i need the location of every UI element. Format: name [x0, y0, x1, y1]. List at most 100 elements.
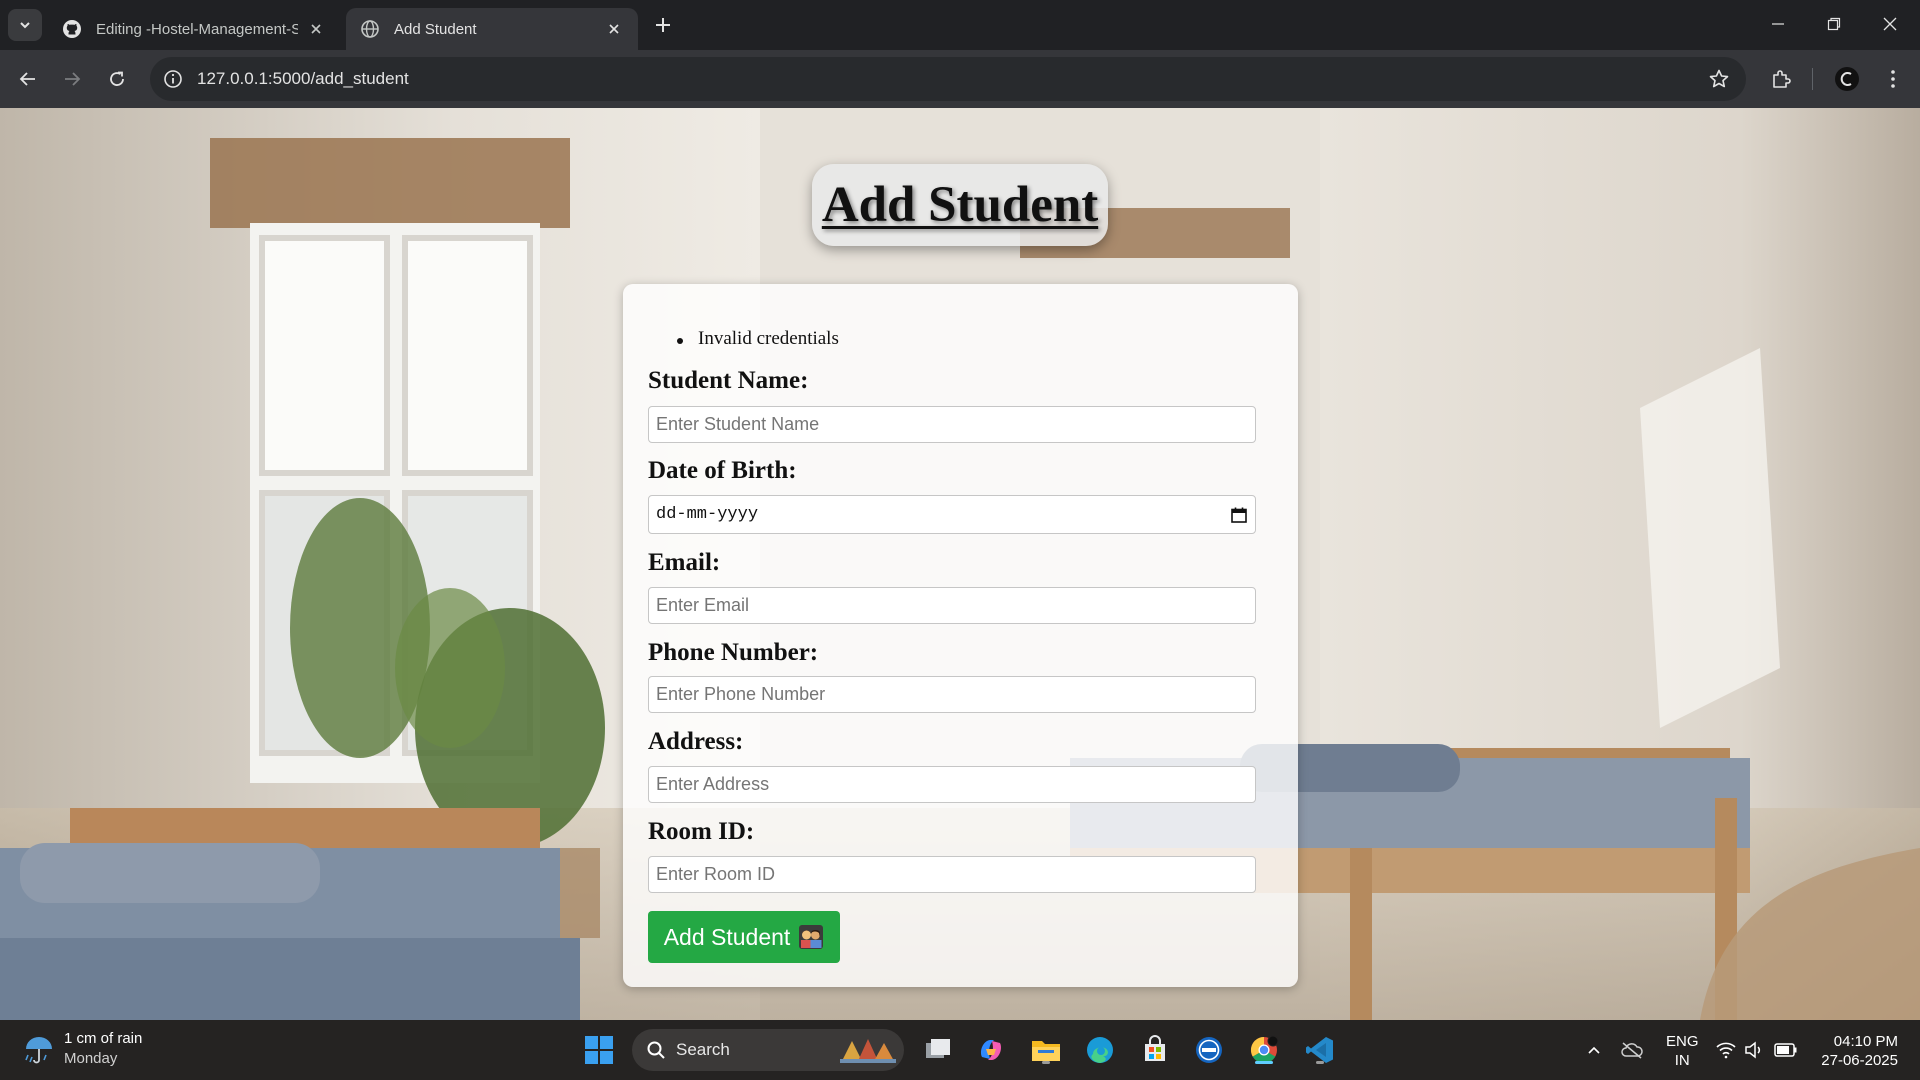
kebab-menu-icon [1891, 70, 1895, 88]
windows-start-icon [585, 1036, 613, 1064]
address-label: Address: [648, 728, 744, 755]
students-emoji-icon [799, 925, 824, 949]
flash-message: Invalid credentials [698, 328, 839, 349]
profile-avatar[interactable] [1833, 65, 1861, 93]
start-button[interactable] [581, 1032, 617, 1068]
tab-search-button[interactable] [8, 9, 42, 41]
extensions-button[interactable] [1767, 65, 1795, 93]
weather-summary[interactable]: 1 cm of rain [64, 1030, 142, 1047]
dob-label: Date of Birth: [648, 457, 797, 484]
browser-menu-button[interactable] [1879, 65, 1907, 93]
dell-button[interactable] [1191, 1032, 1227, 1068]
phone-label: Phone Number: [648, 639, 819, 666]
system-clock[interactable]: 04:10 PM 27-06-2025 [1812, 1032, 1898, 1070]
copilot-icon [980, 1040, 1002, 1060]
tab-editing-hostel[interactable]: Editing -Hostel-Management-S [48, 8, 340, 50]
new-tab-plus-icon[interactable] [650, 12, 676, 38]
add-student-form-card: Invalid credentials Student Name: Enter … [623, 284, 1298, 987]
close-icon[interactable] [306, 19, 326, 39]
puzzle-icon [1773, 70, 1791, 88]
task-view-icon [926, 1039, 950, 1058]
clock-date: 27-06-2025 [1821, 1052, 1898, 1069]
onedrive-button[interactable] [1620, 1038, 1644, 1062]
input-language[interactable]: ENG IN [1666, 1032, 1699, 1070]
tab-strip: Editing -Hostel-Management-S Add Student [0, 0, 1920, 50]
chevron-up-icon [1588, 1046, 1600, 1054]
volume-button[interactable] [1742, 1038, 1766, 1062]
dell-icon [1196, 1037, 1222, 1063]
student-name-label: Student Name: [648, 367, 809, 394]
lang-region: IN [1674, 1052, 1690, 1069]
email-label: Email: [648, 549, 721, 576]
battery-button[interactable] [1774, 1038, 1798, 1062]
phone-input[interactable]: Enter Phone Number [648, 676, 1256, 713]
tab-add-student[interactable]: Add Student [346, 8, 638, 50]
add-student-button[interactable]: Add Student [648, 911, 840, 963]
bookmark-star-icon[interactable] [1708, 68, 1730, 90]
back-button[interactable] [14, 65, 42, 93]
tab-title: Add Student [394, 20, 477, 38]
forward-button[interactable] [58, 65, 86, 93]
room-id-label: Room ID: [648, 818, 755, 845]
close-icon [1883, 17, 1897, 31]
arrow-left-icon [19, 72, 35, 86]
taskbar-search-label: Search [676, 1040, 730, 1059]
reload-icon [110, 71, 124, 86]
chrome-button[interactable] [1246, 1032, 1282, 1068]
page-title: Add Student [821, 177, 1099, 233]
reload-button[interactable] [103, 65, 131, 93]
microsoft-store-button[interactable] [1137, 1032, 1173, 1068]
dob-input[interactable]: dd-mm-yyyy [648, 495, 1256, 534]
clock-time: 04:10 PM [1833, 1033, 1898, 1050]
page-viewport: Add Student Invalid credentials Student … [0, 108, 1920, 1020]
task-view-button[interactable] [920, 1032, 956, 1068]
address-bar[interactable]: 127.0.0.1:5000/add_student [150, 57, 1746, 101]
dob-placeholder: dd-mm-yyyy [656, 505, 759, 524]
wifi-icon [1716, 1042, 1736, 1059]
address-input[interactable]: Enter Address [648, 766, 1256, 803]
wifi-button[interactable] [1714, 1038, 1738, 1062]
edge-icon [1087, 1037, 1113, 1063]
restore-icon [1827, 17, 1841, 31]
edge-button[interactable] [1082, 1032, 1118, 1068]
close-icon[interactable] [604, 19, 624, 39]
student-name-input[interactable]: Enter Student Name [648, 406, 1256, 443]
windows-taskbar: 1 cm of rain Monday Search ENG IN 04:10 … [0, 1020, 1920, 1080]
flash-bullet [677, 338, 683, 344]
add-student-button-label: Add Student [663, 923, 791, 950]
browser-toolbar: 127.0.0.1:5000/add_student [0, 50, 1920, 108]
page-heading-box: Add Student [812, 164, 1108, 246]
minimize-button[interactable] [1758, 8, 1798, 40]
tab-title: Editing -Hostel-Management-S [96, 20, 298, 38]
email-input[interactable]: Enter Email [648, 587, 1256, 624]
microsoft-store-icon [1145, 1035, 1165, 1061]
running-indicator [1042, 1061, 1050, 1064]
running-indicator [1316, 1061, 1324, 1064]
file-explorer-button[interactable] [1028, 1032, 1064, 1068]
arrow-right-icon [65, 72, 81, 86]
chevron-down-icon [20, 22, 30, 29]
calendar-icon[interactable] [1230, 506, 1248, 524]
room-id-input[interactable]: Enter Room ID [648, 856, 1256, 893]
tray-overflow-button[interactable] [1582, 1038, 1606, 1062]
running-indicator [1255, 1061, 1273, 1064]
url-text[interactable]: 127.0.0.1:5000/add_student [197, 69, 409, 89]
close-window-button[interactable] [1870, 8, 1910, 40]
speaker-icon [1745, 1041, 1761, 1059]
weather-day[interactable]: Monday [64, 1050, 117, 1067]
battery-icon [1774, 1043, 1797, 1057]
lang-code: ENG [1666, 1033, 1699, 1050]
site-info-icon[interactable] [162, 68, 184, 90]
taskbar-search[interactable]: Search [632, 1029, 904, 1071]
umbrella-rain-icon[interactable] [22, 1033, 56, 1067]
globe-icon [361, 20, 379, 38]
toolbar-separator [1812, 68, 1813, 90]
restore-button[interactable] [1814, 8, 1854, 40]
avatar-icon [1835, 67, 1859, 91]
copilot-button[interactable] [973, 1032, 1009, 1068]
github-icon [63, 20, 81, 38]
search-highlight-icon [840, 1039, 896, 1063]
cloud-offline-icon [1621, 1042, 1643, 1059]
vscode-button[interactable] [1302, 1032, 1338, 1068]
search-icon [647, 1041, 665, 1059]
